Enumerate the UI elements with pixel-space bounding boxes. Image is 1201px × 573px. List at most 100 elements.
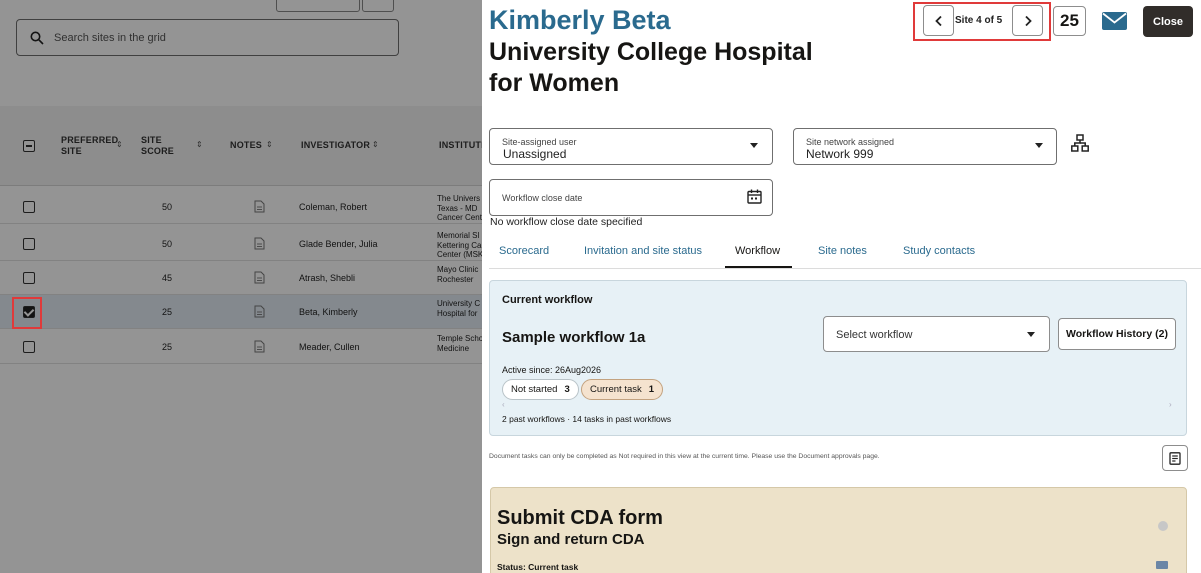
column-header-institution[interactable]: INSTITUTI xyxy=(439,140,482,151)
not-started-chip[interactable]: Not started 3 xyxy=(502,379,579,400)
note-icon[interactable] xyxy=(254,305,265,318)
institution-cell: Memorial Sl Kettering Ca Center (MSK xyxy=(437,231,482,259)
grid-toolbar xyxy=(0,0,482,14)
check-circle-icon xyxy=(1158,521,1168,531)
signature-icon[interactable] xyxy=(1156,561,1168,569)
row-checkbox[interactable] xyxy=(23,238,35,250)
select-all-checkbox[interactable] xyxy=(23,140,35,152)
column-header-preferred-site[interactable]: PREFERRED SITE xyxy=(61,135,118,157)
institution-cell: Mayo Clinic Rochester xyxy=(437,265,479,284)
tab-study-contacts[interactable]: Study contacts xyxy=(903,245,975,257)
select-workflow-dropdown[interactable]: Select workflow xyxy=(823,316,1050,352)
select-workflow-placeholder: Select workflow xyxy=(836,329,913,341)
task-card: Submit CDA form Sign and return CDA Stat… xyxy=(490,487,1187,573)
sort-icon[interactable]: ⇕ xyxy=(266,140,273,149)
tab-site-notes[interactable]: Site notes xyxy=(818,245,867,257)
tab-workflow[interactable]: Workflow xyxy=(735,245,780,257)
site-network-value: Network 999 xyxy=(806,147,874,161)
note-icon[interactable] xyxy=(254,271,265,284)
document-approvals-button[interactable] xyxy=(1162,445,1188,471)
past-workflows-summary: 2 past workflows · 14 tasks in past work… xyxy=(502,414,672,424)
toolbar-button[interactable] xyxy=(276,0,360,12)
chip-count: 1 xyxy=(648,384,655,395)
active-since-text: Active since: 26Aug2026 xyxy=(502,365,602,375)
note-icon[interactable] xyxy=(254,340,265,353)
investigator-cell[interactable]: Atrash, Shebli xyxy=(299,273,355,283)
task-status: Status: Current task xyxy=(497,562,579,572)
drawer-tabs: Scorecard Invitation and site status Wor… xyxy=(489,240,1201,269)
current-task-chip[interactable]: Current task 1 xyxy=(581,379,664,400)
table-row[interactable]: 50 Coleman, Robert The Univers Texas - MD … xyxy=(0,190,482,224)
close-date-label: Workflow close date xyxy=(502,193,583,203)
sort-icon[interactable]: ⇕ xyxy=(372,140,379,149)
table-row[interactable]: 45 Atrash, Shebli Mayo Clinic Rochester xyxy=(0,261,482,295)
investigator-cell[interactable]: Coleman, Robert xyxy=(299,202,367,212)
document-icon xyxy=(1168,451,1181,465)
workflow-history-button[interactable]: Workflow History (2) xyxy=(1058,318,1176,350)
current-workflow-heading: Current workflow xyxy=(502,294,593,306)
note-icon[interactable] xyxy=(254,237,265,250)
site-score-cell: 50 xyxy=(162,202,173,212)
close-button[interactable]: Close xyxy=(1143,6,1193,37)
search-placeholder: Search sites in the grid xyxy=(54,32,166,44)
row-checkbox[interactable] xyxy=(23,201,35,213)
sort-icon[interactable]: ⇕ xyxy=(196,140,203,149)
workflow-close-date-input[interactable]: Workflow close date xyxy=(489,179,773,216)
mail-icon[interactable] xyxy=(1102,11,1127,31)
site-details-drawer: Kimberly Beta University College Hospita… xyxy=(482,0,1201,573)
active-tab-indicator xyxy=(725,266,792,268)
tab-invitation-and-site-status[interactable]: Invitation and site status xyxy=(584,245,702,257)
row-checkbox[interactable] xyxy=(23,341,35,353)
chip-label: Current task xyxy=(590,384,642,395)
task-subtitle: Sign and return CDA xyxy=(497,531,645,548)
tab-scorecard[interactable]: Scorecard xyxy=(499,245,549,257)
caret-down-icon xyxy=(1027,332,1035,337)
grid-search-input[interactable]: Search sites in the grid xyxy=(16,19,399,56)
column-header-notes[interactable]: NOTES xyxy=(230,140,262,151)
institution-cell: Temple Scho Medicine xyxy=(437,334,482,353)
table-row[interactable]: 25 Meader, Cullen Temple Scho Medicine xyxy=(0,330,482,364)
workflow-name: Sample workflow 1a xyxy=(502,329,646,346)
table-row[interactable]: 25 Beta, Kimberly University C Hospital fo… xyxy=(0,295,482,329)
investigator-name: Kimberly Beta xyxy=(489,5,671,35)
highlight-box xyxy=(12,297,42,329)
sites-grid-panel: Search sites in the grid PREFERRED SITE … xyxy=(0,0,482,573)
chip-label: Not started xyxy=(511,384,558,395)
search-icon xyxy=(30,31,44,45)
table-row[interactable]: 50 Glade Bender, Julia Memorial Sl Ketteri… xyxy=(0,227,482,261)
institution-cell: University C Hospital for xyxy=(437,299,481,318)
column-header-investigator[interactable]: INVESTIGATOR xyxy=(301,140,370,151)
chip-count: 3 xyxy=(564,384,570,395)
scroll-right-icon[interactable]: › xyxy=(1169,400,1172,409)
site-network-label: Site network assigned xyxy=(806,137,895,147)
scroll-left-icon[interactable]: ‹ xyxy=(502,400,505,409)
sort-icon[interactable]: ⇕ xyxy=(116,140,123,149)
hierarchy-icon[interactable] xyxy=(1071,134,1089,152)
site-score-badge: 25 xyxy=(1053,6,1086,36)
investigator-cell[interactable]: Glade Bender, Julia xyxy=(299,239,378,249)
task-title: Submit CDA form xyxy=(497,507,663,529)
site-user-label: Site-assigned user xyxy=(502,137,577,147)
site-user-value: Unassigned xyxy=(503,147,567,161)
site-user-select[interactable]: Site-assigned user Unassigned xyxy=(489,128,773,165)
caret-down-icon xyxy=(1035,143,1043,148)
investigator-cell[interactable]: Meader, Cullen xyxy=(299,342,360,352)
note-icon[interactable] xyxy=(254,200,265,213)
no-close-date-text: No workflow close date specified xyxy=(490,216,643,228)
site-score-cell: 50 xyxy=(162,239,173,249)
site-network-select[interactable]: Site network assigned Network 999 xyxy=(793,128,1057,165)
highlight-box xyxy=(913,2,1051,41)
caret-down-icon xyxy=(750,143,758,148)
site-score-cell: 25 xyxy=(162,342,173,352)
institution-cell: The Univers Texas - MD Cancer Cent xyxy=(437,194,482,222)
calendar-icon[interactable] xyxy=(747,189,762,204)
document-tasks-note: Document tasks can only be completed as … xyxy=(489,453,880,460)
grid-header: PREFERRED SITE ⇕ SITE SCORE ⇕ NOTES ⇕ IN… xyxy=(0,106,482,186)
current-workflow-card: Current workflow Sample workflow 1a Sele… xyxy=(489,280,1187,436)
toolbar-dropdown-button[interactable] xyxy=(362,0,394,12)
column-header-site-score[interactable]: SITE SCORE xyxy=(141,135,181,157)
investigator-cell[interactable]: Beta, Kimberly xyxy=(299,307,358,317)
row-checkbox[interactable] xyxy=(23,272,35,284)
site-name: University College Hospital for Women xyxy=(489,38,813,97)
site-score-cell: 25 xyxy=(162,307,173,317)
